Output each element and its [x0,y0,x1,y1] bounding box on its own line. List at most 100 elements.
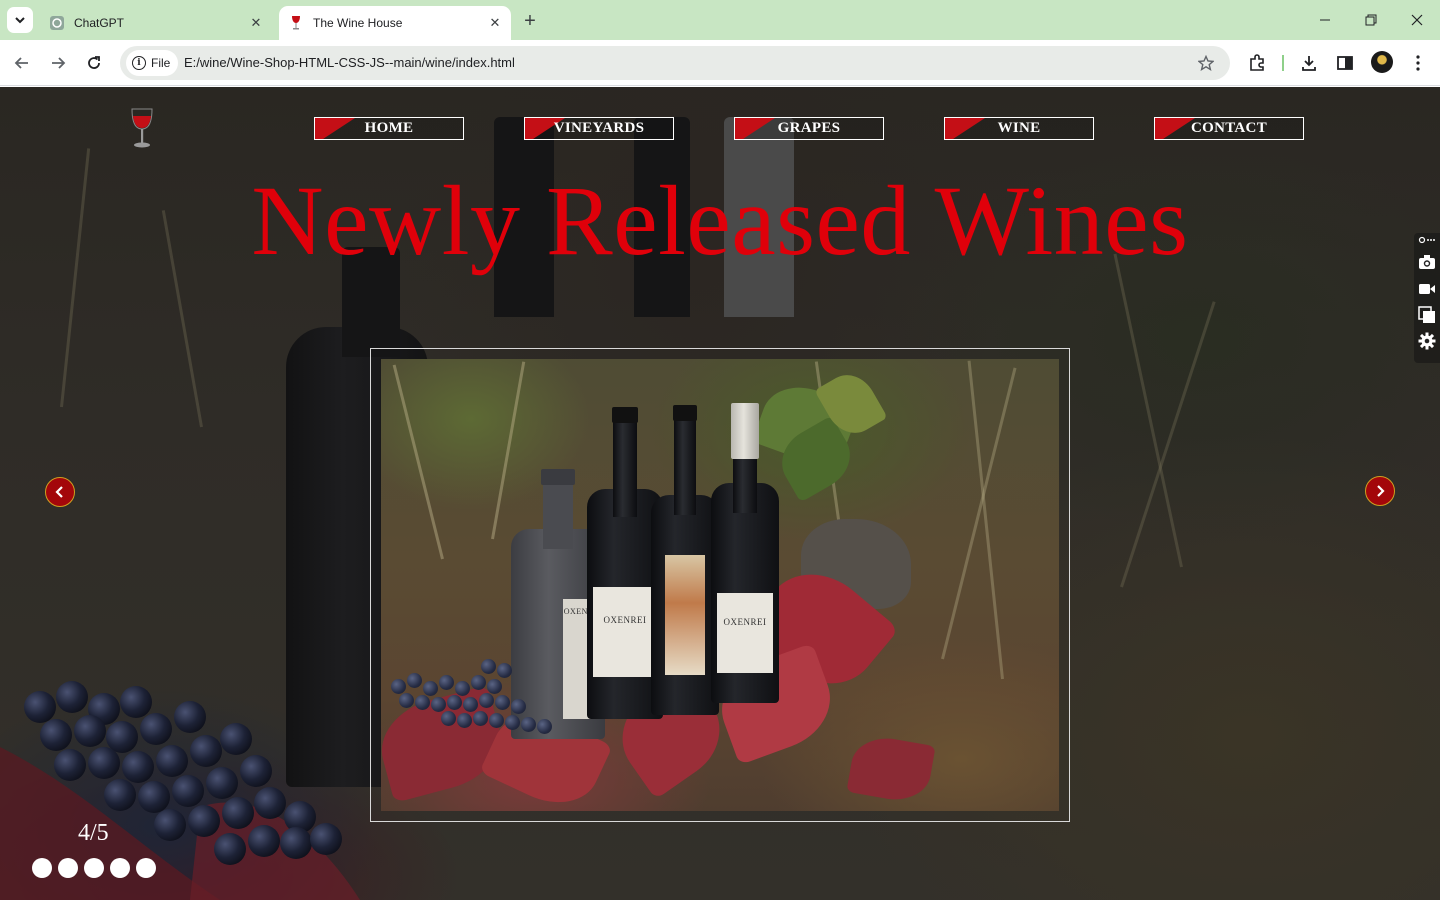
wine-glass-favicon-icon [288,15,304,31]
nav-item-contact[interactable]: CONTACT [1154,117,1304,140]
site-info-chip[interactable]: i File [126,50,179,76]
photo-bottle [651,405,719,715]
photo-grape [511,699,526,714]
close-tab-icon[interactable]: ✕ [246,13,266,33]
side-tools-panel [1414,233,1440,363]
nav-item-vineyards[interactable]: VINEYARDS [524,117,674,140]
photo-grape [473,711,488,726]
close-icon [1411,14,1423,26]
photo-grape [479,693,494,708]
tab-label: The Wine House [313,16,403,30]
photo-grape [399,693,414,708]
chevron-right-icon [1377,485,1385,497]
photo-grass [392,364,444,560]
nav-label: CONTACT [1191,120,1267,136]
slider-dot-1[interactable] [32,858,52,878]
page-headline: Newly Released Wines [251,165,1189,276]
photo-bottle: OXENREI [711,403,779,703]
tab-wine-house[interactable]: The Wine House ✕ [279,6,511,40]
bookmark-star-icon[interactable] [1196,53,1216,73]
profile-avatar[interactable] [1371,51,1393,73]
nav-item-wine[interactable]: WINE [944,117,1094,140]
side-panel-icon[interactable] [1332,50,1358,76]
photo-grass [967,360,1004,680]
camera-icon[interactable] [1417,252,1437,272]
nav-label: HOME [364,120,414,136]
tab-label: ChatGPT [74,16,125,30]
restore-button[interactable] [1348,0,1394,40]
bottle-brand: OXENREI [723,617,767,627]
back-button[interactable] [8,49,36,77]
address-bar[interactable]: i File E:/wine/Wine-Shop-HTML-CSS-JS--ma… [120,46,1230,80]
chevron-down-icon [15,17,25,24]
photo-grape [471,675,486,690]
close-window-button[interactable] [1394,0,1440,40]
video-icon[interactable] [1417,279,1437,299]
slider-dot-4[interactable] [110,858,130,878]
menu-icon[interactable] [1405,50,1431,76]
slider-dot-3[interactable] [84,858,104,878]
photo-grape [439,675,454,690]
browser-titlebar: ChatGPT ✕ The Wine House ✕ + [0,0,1440,40]
forward-icon [52,57,66,69]
restore-icon [1365,14,1377,26]
photo-leaf [846,732,936,806]
slider-frame: OXENREI OXENREI OXENREI [370,348,1070,822]
photo-grape [463,697,478,712]
back-icon [14,57,28,69]
wine-glass-logo-icon[interactable] [128,107,156,151]
photo-grape [423,681,438,696]
photo-grape [391,679,406,694]
toolbar-divider [1282,55,1284,71]
slider-dot-5[interactable] [136,858,156,878]
photo-grape [489,713,504,728]
slider-next-button[interactable] [1365,476,1395,506]
nav-item-home[interactable]: HOME [314,117,464,140]
hero-section: HOME VINEYARDS GRAPES WINE CONTACT Newly… [0,87,1440,900]
photo-grape [441,711,456,726]
slider-prev-button[interactable] [45,477,75,507]
slider-dots [32,858,156,878]
copy-icon[interactable] [1417,305,1437,325]
browser-toolbar: i File E:/wine/Wine-Shop-HTML-CSS-JS--ma… [0,40,1440,86]
close-tab-icon[interactable]: ✕ [485,13,505,33]
photo-grape [521,717,536,732]
forward-button[interactable] [44,49,72,77]
photo-grape [505,715,520,730]
download-icon[interactable] [1296,50,1322,76]
photo-grape [447,695,462,710]
bottle-brand: OXENREI [603,615,647,625]
photo-grape [487,679,502,694]
photo-grape [495,695,510,710]
photo-grape [407,673,422,688]
nav-label: GRAPES [777,120,841,136]
new-tab-button[interactable]: + [518,9,542,33]
photo-grape [497,663,512,678]
minimize-icon [1320,19,1330,21]
slider-photo[interactable]: OXENREI OXENREI OXENREI [381,359,1059,811]
tab-chatgpt[interactable]: ChatGPT ✕ [40,6,272,40]
tab-search-button[interactable] [7,7,33,33]
nav-label: VINEYARDS [553,120,645,136]
url-text[interactable]: E:/wine/Wine-Shop-HTML-CSS-JS--main/wine… [184,55,515,70]
reload-icon [88,56,100,69]
reload-button[interactable] [80,49,108,77]
photo-grape [415,695,430,710]
info-icon: i [132,56,146,70]
chatgpt-icon [49,15,65,31]
photo-grape [431,697,446,712]
slide-counter: 4/5 [78,820,109,846]
site-chip-label: File [151,56,171,70]
nav-item-grapes[interactable]: GRAPES [734,117,884,140]
gear-icon[interactable] [1417,331,1437,351]
minimize-button[interactable] [1302,0,1348,40]
link-icon[interactable] [1417,233,1437,247]
photo-grass [941,367,1017,660]
photo-grape [455,681,470,696]
slider-dot-2[interactable] [58,858,78,878]
extensions-icon[interactable] [1244,50,1270,76]
photo-grape [537,719,552,734]
background-grass [1113,253,1183,568]
photo-grape [457,713,472,728]
chevron-left-icon [55,486,63,498]
